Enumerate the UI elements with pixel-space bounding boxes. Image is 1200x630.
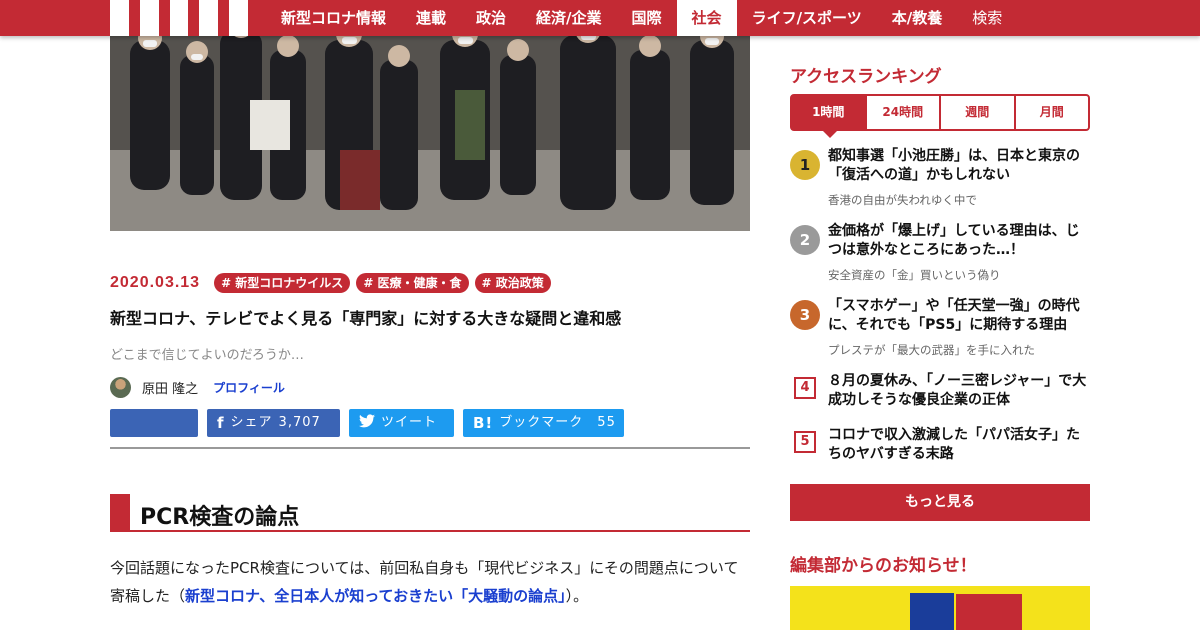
section-heading: PCR検査の論点 <box>110 494 750 532</box>
article-title: 新型コロナ、テレビでよく見る「専門家」に対する大きな疑問と違和感 <box>110 309 622 328</box>
ranking-item-subtitle: 香港の自由が失われゆく中で <box>828 193 977 207</box>
ranking-tab-1h[interactable]: 1時間 <box>792 96 865 138</box>
hatena-bookmark-count: 55 <box>597 415 616 430</box>
related-article-link[interactable]: 新型コロナ、全日本人が知っておきたい「大騒動の論点」 <box>185 587 566 605</box>
rank-badge: 5 <box>794 431 816 453</box>
body-text-after: ）。 <box>565 587 589 605</box>
ranking-tab-24h[interactable]: 24時間 <box>864 96 940 129</box>
nav-item-world[interactable]: 国際 <box>617 0 677 36</box>
hatena-bookmark-button[interactable]: B! ブックマーク 55 <box>463 409 624 437</box>
promo-banner[interactable] <box>790 586 1090 630</box>
notice-title: 編集部からのお知らせ！ <box>790 556 977 576</box>
nav-item-series[interactable]: 連載 <box>401 0 461 36</box>
article-body-paragraph: 今回話題になったPCR検査については、前回私自身も「現代ビジネス」にその問題点に… <box>110 554 750 610</box>
ranking-tab-month[interactable]: 月間 <box>1013 96 1089 129</box>
ranking-title: アクセスランキング <box>790 67 942 87</box>
nav-item-books[interactable]: 本/教養 <box>877 0 957 36</box>
facebook-share-button[interactable]: f シェア 3,707 <box>207 409 340 437</box>
ranking-item-title[interactable]: 「スマホゲー」や「任天堂一強」の時代に、それでも「PS5」に期待する理由 <box>828 297 1090 335</box>
ranking-more-button[interactable]: もっと見る <box>790 484 1090 521</box>
tag-policy[interactable]: # 政治政策 <box>474 273 551 293</box>
ranking-item-title[interactable]: コロナで収入激減した「パパ活女子」たちのヤバすぎる末路 <box>828 426 1090 464</box>
ranking-item-title[interactable]: 都知事選「小池圧勝」は、日本と東京の「復活への道」かもしれない <box>828 147 1090 185</box>
nav-item-life-sports[interactable]: ライフ/スポーツ <box>737 0 877 36</box>
main-nav: 新型コロナ情報 連載 政治 経済/企業 国際 社会 ライフ/スポーツ 本/教養 … <box>266 0 1017 36</box>
rank-badge: 2 <box>790 225 820 255</box>
hatena-bookmark-label: ブックマーク <box>499 415 584 430</box>
nav-search-link[interactable]: 検索 <box>957 0 1017 36</box>
facebook-icon: f <box>217 414 225 432</box>
facebook-like-button[interactable] <box>110 409 198 437</box>
nav-item-economy[interactable]: 経済/企業 <box>521 0 616 36</box>
banner-red-block <box>956 594 1022 630</box>
facebook-share-count: 3,707 <box>278 415 321 430</box>
hatena-icon: B! <box>473 414 494 432</box>
article-meta: 2020.03.13 # 新型コロナウイルス # 医療・健康・食 # 政治政策 <box>110 272 551 294</box>
author-avatar[interactable] <box>110 376 131 398</box>
section-heading-text: PCR検査の論点 <box>140 505 300 530</box>
site-header: 新型コロナ情報 連載 政治 経済/企業 国際 社会 ライフ/スポーツ 本/教養 … <box>0 0 1200 36</box>
twitter-icon <box>359 409 375 437</box>
author-row: 原田 隆之 プロフィール <box>110 376 285 398</box>
ranking-tabs: 1時間 24時間 週間 月間 <box>790 94 1090 138</box>
nav-item-society[interactable]: 社会 <box>676 0 737 36</box>
article-date: 2020.03.13 <box>110 274 201 291</box>
ranking-item-title[interactable]: ８月の夏休み、「ノー三密レジャー」で大成功しそうな優良企業の正体 <box>828 372 1090 410</box>
rank-badge: 3 <box>790 300 820 330</box>
rank-badge: 1 <box>790 150 820 180</box>
ranking-item-subtitle: 安全資産の「金」買いという偽り <box>828 268 1001 282</box>
ranking-item-subtitle: プレステが「最大の武器」を手に入れた <box>828 343 1035 357</box>
twitter-share-button[interactable]: ツイート <box>349 409 454 437</box>
article-divider <box>110 447 750 449</box>
banner-blue-block <box>910 593 954 630</box>
site-logo[interactable] <box>110 0 248 36</box>
article-subtitle: どこまで信じてよいのだろうか… <box>110 348 304 363</box>
nav-item-corona[interactable]: 新型コロナ情報 <box>266 0 401 36</box>
share-buttons: f シェア 3,707 ツイート B! ブックマーク 55 <box>110 409 624 437</box>
twitter-share-label: ツイート <box>381 415 438 430</box>
ranking-item-title[interactable]: 金価格が「爆上げ」している理由は、じつは意外なところにあった…！ <box>828 222 1090 260</box>
nav-item-politics[interactable]: 政治 <box>461 0 521 36</box>
ranking-tab-week[interactable]: 週間 <box>939 96 1014 129</box>
rank-badge: 4 <box>794 377 816 399</box>
facebook-share-label: シェア <box>230 415 273 430</box>
profile-link[interactable]: プロフィール <box>213 379 285 396</box>
tag-corona[interactable]: # 新型コロナウイルス <box>214 273 351 293</box>
tag-health[interactable]: # 医療・健康・食 <box>356 273 469 293</box>
section-accent-bar <box>110 494 130 532</box>
author-name[interactable]: 原田 隆之 <box>142 378 198 397</box>
